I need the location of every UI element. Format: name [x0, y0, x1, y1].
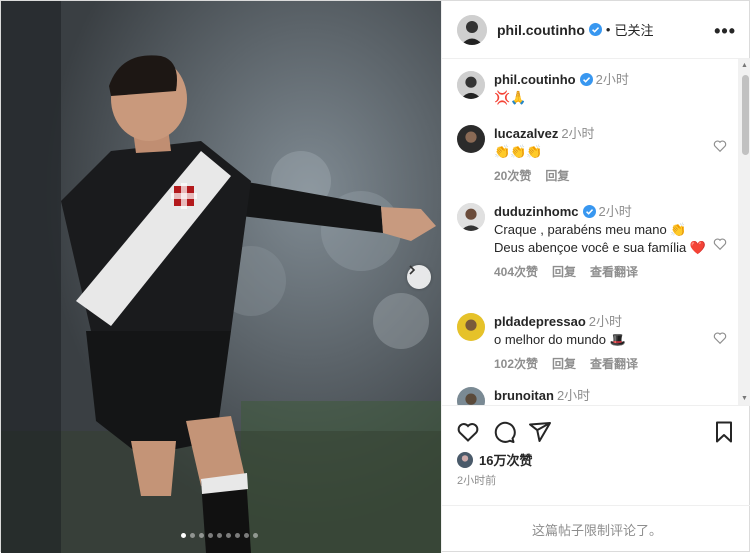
post-photo[interactable]	[1, 1, 441, 553]
carousel-dot	[253, 533, 258, 538]
comment-like-heart-icon[interactable]	[713, 139, 727, 153]
verified-badge-icon	[579, 73, 593, 86]
comments-list[interactable]: phil.coutinho 2小时 💢🙏 lucazalvez 2小时 👏👏👏 20…	[442, 59, 740, 405]
likes-count[interactable]: 16万次赞	[479, 450, 532, 469]
comment-likes[interactable]: 102次赞	[494, 357, 538, 371]
carousel-dot	[217, 533, 222, 538]
comment-icon[interactable]	[492, 420, 516, 444]
commenter-username[interactable]: lucazalvez	[494, 126, 558, 141]
carousel-dot	[190, 533, 195, 538]
comment-meta: 20次赞 回复	[494, 167, 719, 185]
chevron-right-icon	[409, 265, 416, 275]
commenter-avatar[interactable]	[457, 313, 485, 341]
scroll-down-icon[interactable]: ▼	[741, 395, 748, 402]
commenter-avatar[interactable]	[457, 203, 485, 231]
like-heart-icon[interactable]	[456, 420, 480, 444]
comment-time: 2小时	[588, 314, 622, 329]
share-icon[interactable]	[528, 420, 552, 444]
caption-username[interactable]: phil.coutinho	[494, 72, 576, 87]
carousel-next-button[interactable]	[407, 265, 431, 289]
comment-time: 2小时	[598, 204, 632, 219]
instagram-post: phil.coutinho • 已关注 ••• phil.coutinho 2小时…	[0, 0, 750, 553]
save-bookmark-icon[interactable]	[712, 420, 736, 444]
verified-badge-icon	[582, 205, 596, 218]
header-separator: •	[605, 22, 611, 37]
caption-text: 💢🙏	[494, 90, 527, 105]
comment-likes[interactable]: 404次赞	[494, 265, 538, 279]
carousel-dot	[208, 533, 213, 538]
comment-text: o melhor do mundo 🎩	[494, 332, 626, 347]
comment-time: 2小时	[561, 126, 595, 141]
comment-like-heart-icon[interactable]	[713, 331, 727, 345]
reply-button[interactable]: 回复	[545, 169, 569, 183]
carousel-dot	[244, 533, 249, 538]
follow-status-button[interactable]: 已关注	[614, 20, 653, 39]
caption-time: 2小时	[595, 72, 629, 87]
liker-avatar	[457, 451, 473, 468]
post-timestamp[interactable]: 2小时前	[457, 472, 496, 488]
commenter-username[interactable]: pldadepressao	[494, 314, 586, 329]
player-celebration-image	[1, 1, 441, 553]
comment-like-heart-icon[interactable]	[713, 237, 727, 251]
commenter-username[interactable]: duduzinhomc	[494, 204, 579, 219]
see-translation-button[interactable]: 查看翻译	[590, 357, 638, 371]
reply-button[interactable]: 回复	[552, 265, 576, 279]
carousel-dot	[199, 533, 204, 538]
carousel-dot	[226, 533, 231, 538]
comment-text: Craque , parabéns meu mano 👏 Deus abenço…	[494, 222, 707, 255]
post-header: phil.coutinho • 已关注 •••	[442, 1, 750, 59]
see-translation-button[interactable]: 查看翻译	[590, 265, 638, 279]
scroll-up-icon[interactable]: ▲	[741, 62, 748, 69]
author-username[interactable]: phil.coutinho	[497, 22, 585, 38]
verified-badge-icon	[588, 23, 602, 36]
comments-limited-notice: 这篇帖子限制评论了。	[442, 505, 750, 553]
likes-summary[interactable]: 16万次赞	[457, 450, 532, 469]
commenter-avatar[interactable]	[457, 387, 485, 405]
comment-likes[interactable]: 20次赞	[494, 169, 531, 183]
reply-button[interactable]: 回复	[552, 357, 576, 371]
commenter-avatar[interactable]	[457, 125, 485, 153]
commenter-username[interactable]: brunoitan	[494, 388, 554, 403]
comments-scrollbar[interactable]: ▲ ▼	[738, 59, 750, 405]
caption-avatar[interactable]	[457, 71, 485, 99]
post-side-panel: phil.coutinho • 已关注 ••• phil.coutinho 2小时…	[441, 1, 750, 553]
carousel-dot	[235, 533, 240, 538]
more-options-button[interactable]: •••	[714, 21, 736, 42]
comment-text: 👏👏👏	[494, 144, 543, 159]
scrollbar-thumb[interactable]	[742, 75, 749, 155]
carousel-indicator	[181, 533, 258, 538]
comment-meta: 404次赞 回复 查看翻译	[494, 263, 719, 281]
author-avatar[interactable]	[457, 14, 487, 45]
post-actions: 16万次赞 2小时前	[442, 405, 750, 505]
comment-meta: 102次赞 回复 查看翻译	[494, 355, 719, 373]
carousel-dot	[181, 533, 186, 538]
comment-time: 2小时	[556, 388, 591, 403]
